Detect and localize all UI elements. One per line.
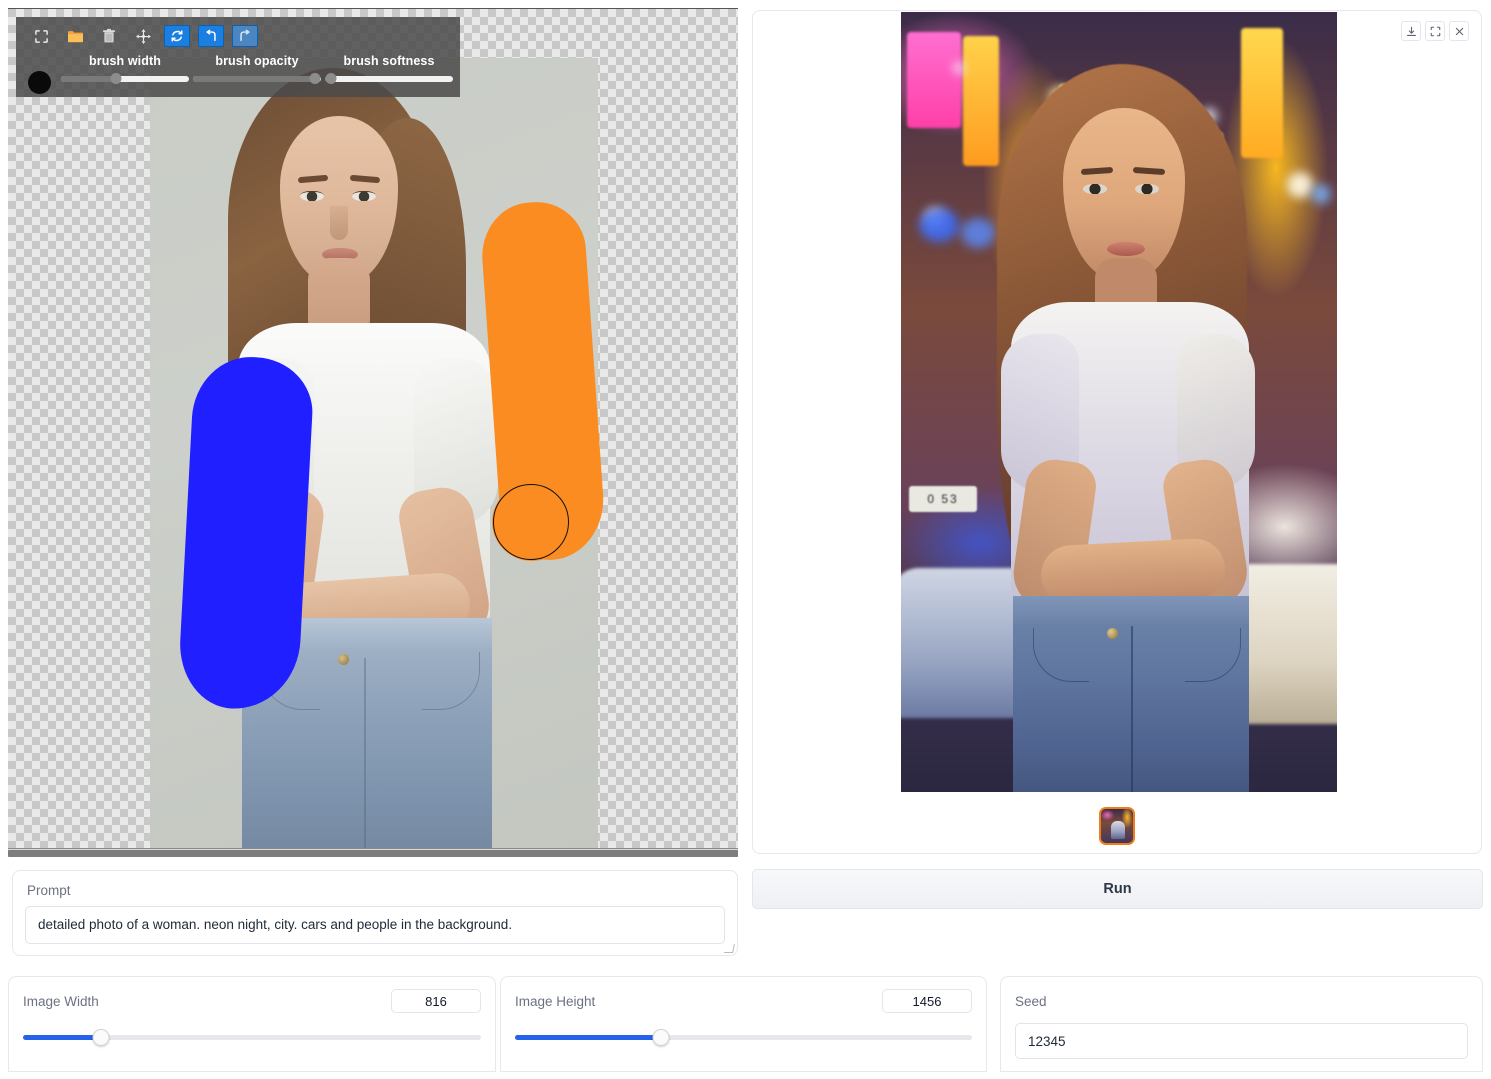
image-width-header: Image Width 816 bbox=[23, 989, 481, 1013]
reset-icon[interactable] bbox=[164, 25, 190, 47]
canvas-horizontal-scrollbar[interactable] bbox=[8, 848, 738, 857]
brush-width-fill bbox=[61, 76, 116, 82]
brush-softness-slider[interactable] bbox=[325, 74, 453, 83]
subject-jeans-button bbox=[338, 654, 349, 665]
result-eye-left bbox=[1083, 184, 1107, 194]
image-height-fill bbox=[515, 1035, 661, 1040]
subject-jeans-seam bbox=[364, 658, 366, 854]
undo-icon[interactable] bbox=[198, 25, 224, 47]
subject-eye-right bbox=[352, 191, 376, 201]
run-button[interactable]: Run bbox=[752, 869, 1483, 909]
image-width-slider[interactable] bbox=[23, 1029, 481, 1047]
brush-width-label: brush width bbox=[89, 54, 161, 68]
image-height-slider[interactable] bbox=[515, 1029, 972, 1047]
redo-icon[interactable] bbox=[232, 25, 258, 47]
prompt-label: Prompt bbox=[27, 883, 725, 898]
image-height-card: Image Height 1456 bbox=[500, 976, 987, 1072]
image-height-header: Image Height 1456 bbox=[515, 989, 972, 1013]
seed-label: Seed bbox=[1015, 994, 1047, 1009]
brush-width-control: brush width bbox=[61, 51, 189, 83]
result-jeans-waist bbox=[1013, 596, 1249, 624]
image-width-card: Image Width 816 bbox=[8, 976, 496, 1072]
result-mouth bbox=[1107, 242, 1145, 256]
image-height-thumb[interactable] bbox=[653, 1029, 670, 1046]
paint-canvas[interactable]: brush width brush opacity bbox=[8, 8, 738, 854]
canvas-scroll-thumb[interactable] bbox=[8, 850, 738, 857]
mask-stroke-orange-blob bbox=[492, 483, 572, 561]
seed-card: Seed 12345 bbox=[1000, 976, 1483, 1072]
image-width-label: Image Width bbox=[23, 994, 99, 1009]
brush-width-slider[interactable] bbox=[61, 74, 189, 83]
image-width-value[interactable]: 816 bbox=[391, 989, 481, 1013]
result-thumbnail-strip bbox=[753, 807, 1481, 845]
move-icon[interactable] bbox=[130, 25, 156, 47]
seed-header: Seed bbox=[1015, 989, 1468, 1013]
brush-color-swatch[interactable] bbox=[28, 71, 51, 94]
brush-width-thumb[interactable] bbox=[111, 73, 122, 84]
prompt-card: Prompt detailed photo of a woman. neon n… bbox=[12, 870, 738, 956]
result-eye-right bbox=[1135, 184, 1159, 194]
brush-opacity-fill bbox=[193, 76, 315, 82]
brush-opacity-label: brush opacity bbox=[215, 54, 298, 68]
brush-opacity-slider[interactable] bbox=[193, 74, 321, 83]
result-jeans-seam bbox=[1131, 626, 1133, 792]
brush-softness-track bbox=[325, 76, 453, 82]
editor-tool-buttons bbox=[16, 21, 460, 49]
folder-open-icon[interactable] bbox=[62, 25, 88, 47]
image-inpainting-app: brush width brush opacity bbox=[0, 0, 1491, 1079]
result-toolbar bbox=[1401, 21, 1469, 41]
download-icon[interactable] bbox=[1401, 21, 1421, 41]
mask-stroke-blue bbox=[177, 354, 315, 712]
brush-opacity-thumb[interactable] bbox=[309, 73, 320, 84]
image-width-fill bbox=[23, 1035, 101, 1040]
seed-input[interactable]: 12345 bbox=[1015, 1023, 1468, 1059]
trash-icon[interactable] bbox=[96, 25, 122, 47]
subject-nose bbox=[330, 206, 348, 240]
fullscreen-icon[interactable] bbox=[28, 25, 54, 47]
prompt-resize-handle[interactable] bbox=[724, 944, 735, 953]
editor-toolbar: brush width brush opacity bbox=[16, 17, 460, 97]
result-jeans-button bbox=[1107, 628, 1118, 639]
close-icon[interactable] bbox=[1449, 21, 1469, 41]
license-plate: 0 53 bbox=[909, 486, 977, 512]
result-panel: 0 53 bbox=[752, 10, 1482, 854]
brush-controls: brush width brush opacity bbox=[16, 49, 460, 97]
result-thumbnail-1[interactable] bbox=[1099, 807, 1135, 845]
image-height-label: Image Height bbox=[515, 994, 595, 1009]
brush-softness-label: brush softness bbox=[344, 54, 435, 68]
fullscreen-icon[interactable] bbox=[1425, 21, 1445, 41]
generated-image[interactable]: 0 53 bbox=[901, 12, 1337, 792]
image-height-value[interactable]: 1456 bbox=[882, 989, 972, 1013]
prompt-input[interactable]: detailed photo of a woman. neon night, c… bbox=[25, 906, 725, 944]
brush-opacity-control: brush opacity bbox=[193, 51, 321, 83]
image-width-thumb[interactable] bbox=[92, 1029, 109, 1046]
brush-softness-control: brush softness bbox=[325, 51, 453, 83]
subject-eye-left bbox=[300, 191, 324, 201]
brush-softness-thumb[interactable] bbox=[326, 73, 337, 84]
